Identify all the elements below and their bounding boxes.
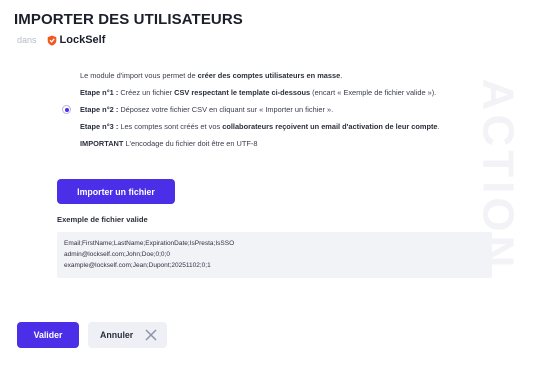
- example-file-box: Email;FirstName;LastName;ExpirationDate;…: [57, 232, 492, 278]
- modal-title: IMPORTER DES UTILISATEURS: [14, 11, 243, 28]
- example-title: Exemple de fichier valide: [57, 215, 148, 224]
- important-note: IMPORTANT L'encodage du fichier doit êtr…: [80, 140, 258, 147]
- step-2-text: Déposez votre fichier CSV en cliquant su…: [118, 105, 334, 114]
- intro-bold: créer des comptes utilisateurs en masse: [197, 71, 341, 80]
- step-3-label: Etape n°3 :: [80, 122, 119, 131]
- lockself-logo-icon: [47, 35, 56, 46]
- brand: LockSelf: [47, 34, 106, 46]
- step-2-label: Etape n°2 :: [80, 105, 119, 114]
- validate-button[interactable]: Valider: [17, 322, 79, 348]
- intro-plain: Le module d'import vous permet de: [80, 71, 198, 80]
- step-1-label: Etape n°1 :: [80, 88, 119, 97]
- cancel-button[interactable]: Annuler: [88, 322, 167, 348]
- step-3: Etape n°3 : Les comptes sont créés et vo…: [80, 123, 440, 130]
- intro-text: Le module d'import vous permet de créer …: [80, 72, 342, 79]
- close-icon: [145, 329, 157, 341]
- import-file-button[interactable]: Importer un fichier: [57, 179, 175, 204]
- step-1-end: (encart « Exemple de fichier valide »).: [310, 88, 437, 97]
- step-3-plain: Les comptes sont créés et vos: [118, 122, 223, 131]
- step-2: Etape n°2 : Déposez votre fichier CSV en…: [80, 106, 333, 113]
- important-label: IMPORTANT: [80, 139, 124, 148]
- example-line: Email;FirstName;LastName;ExpirationDate;…: [64, 240, 235, 247]
- intro-end: .: [340, 71, 343, 80]
- cancel-label: Annuler: [100, 330, 134, 340]
- brand-name: LockSelf: [59, 34, 106, 46]
- context-prefix: dans: [17, 35, 37, 45]
- import-users-modal: ACTION IMPORTER DES UTILISATEURS dans Lo…: [0, 0, 550, 366]
- step-1-plain: Créez un fichier: [118, 88, 175, 97]
- important-text: L'encodage du fichier doit être en UTF-8: [123, 139, 258, 148]
- step-1: Etape n°1 : Créez un fichier CSV respect…: [80, 89, 436, 96]
- step-3-bold: collaborateurs reçoivent un email d'acti…: [222, 122, 438, 131]
- step-3-end: .: [437, 122, 440, 131]
- example-line: example@lockself.com;Jean;Dupont;2025110…: [64, 262, 211, 269]
- step-1-bold: CSV respectant le template ci-dessous: [174, 88, 311, 97]
- step-2-radio-icon: [62, 105, 71, 114]
- example-line: admin@lockself.com;John;Doe;0;0;0: [64, 251, 170, 258]
- context-line: dans LockSelf: [17, 34, 105, 46]
